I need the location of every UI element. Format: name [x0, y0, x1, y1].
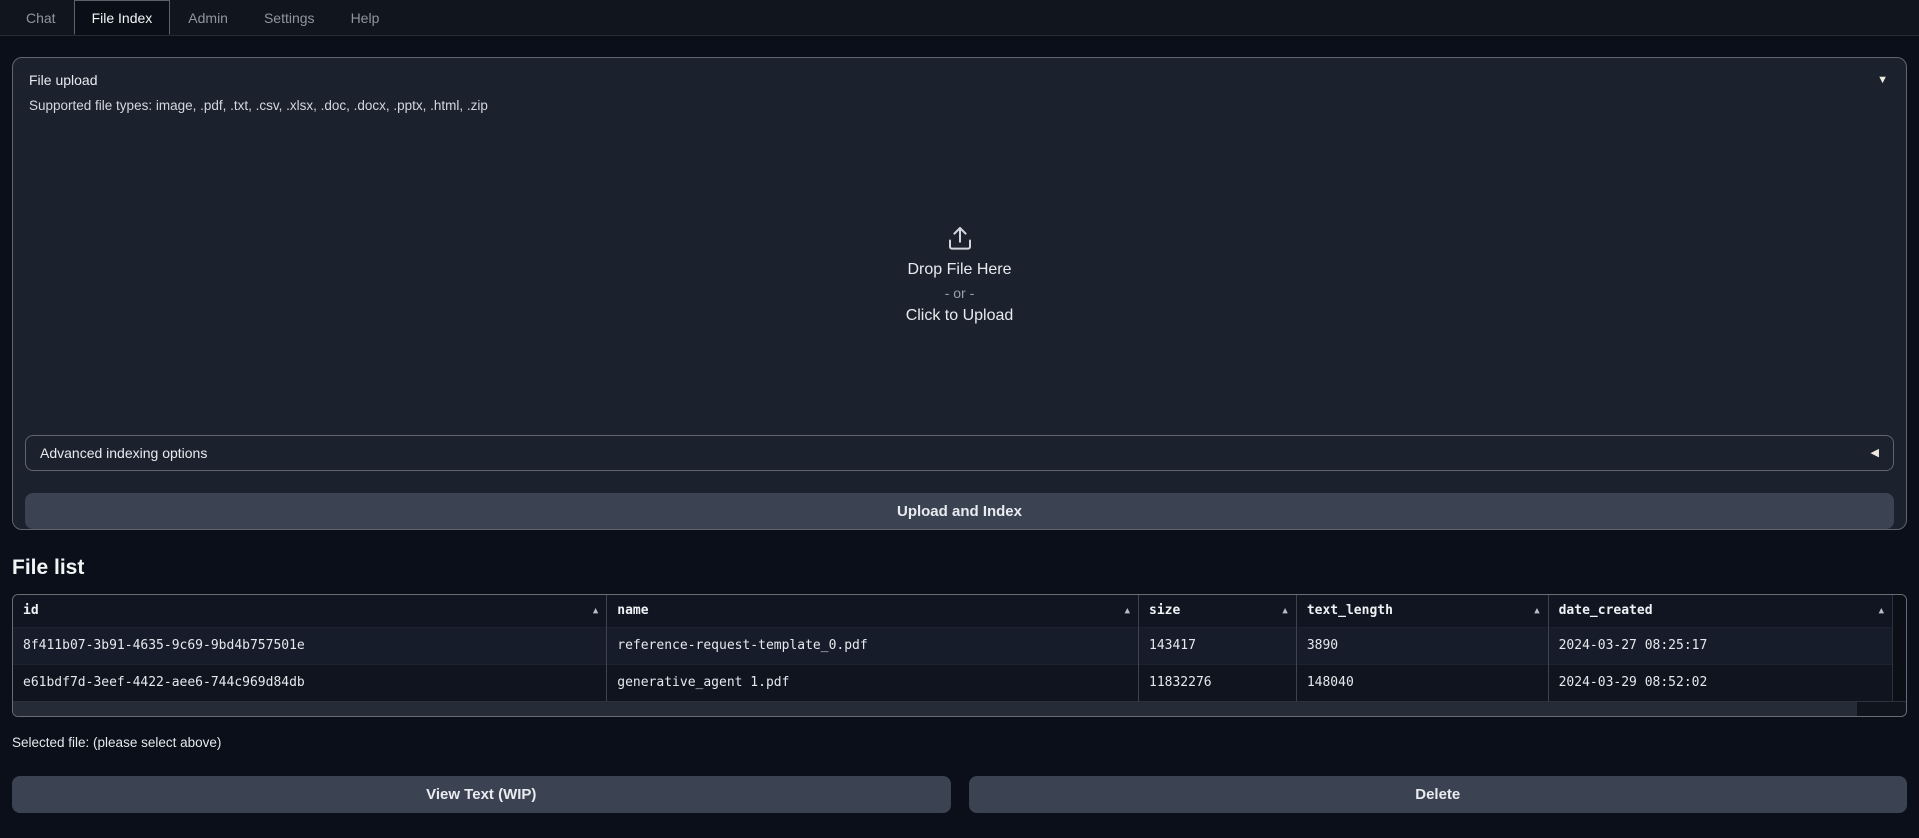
- tab-help[interactable]: Help: [333, 0, 398, 35]
- accordion-open-icon: ▼: [1877, 75, 1888, 86]
- advanced-indexing-accordion-header[interactable]: Advanced indexing options ◀: [25, 435, 1894, 471]
- column-label: date_created: [1559, 603, 1653, 618]
- click-to-upload-text: Click to Upload: [906, 307, 1014, 325]
- cell-size[interactable]: 143417: [1139, 627, 1297, 664]
- cell-text-length[interactable]: 148040: [1296, 664, 1548, 701]
- column-header-text-length[interactable]: text_length ▲: [1296, 595, 1548, 627]
- sort-asc-icon: ▲: [1534, 606, 1539, 616]
- tab-settings[interactable]: Settings: [246, 0, 333, 35]
- supported-file-types-text: Supported file types: image, .pdf, .txt,…: [13, 92, 1906, 113]
- cell-id[interactable]: 8f411b07-3b91-4635-9c69-9bd4b757501e: [13, 627, 607, 664]
- file-list-heading: File list: [12, 556, 1907, 580]
- cell-date-created[interactable]: 2024-03-27 08:25:17: [1548, 627, 1892, 664]
- upload-and-index-button[interactable]: Upload and Index: [25, 493, 1894, 529]
- table-row: e61bdf7d-3eef-4422-aee6-744c969d84db gen…: [13, 664, 1892, 701]
- file-index-page: File upload ▼ Supported file types: imag…: [0, 36, 1919, 813]
- file-upload-title: File upload: [29, 72, 98, 88]
- file-dropzone[interactable]: Drop File Here - or - Click to Upload: [13, 113, 1906, 435]
- cell-size[interactable]: 11832276: [1139, 664, 1297, 701]
- column-label: id: [23, 603, 39, 618]
- sort-asc-icon: ▲: [1879, 606, 1884, 616]
- cell-date-created[interactable]: 2024-03-29 08:52:02: [1548, 664, 1892, 701]
- column-label: size: [1149, 603, 1180, 618]
- drop-file-here-text: Drop File Here: [907, 261, 1011, 279]
- horizontal-scrollbar-track[interactable]: [13, 701, 1906, 716]
- column-label: name: [617, 603, 648, 618]
- delete-button[interactable]: Delete: [969, 776, 1908, 813]
- advanced-indexing-label: Advanced indexing options: [40, 445, 207, 461]
- or-text: - or -: [945, 285, 975, 301]
- file-actions: View Text (WIP) Delete: [12, 776, 1907, 813]
- sort-asc-icon: ▲: [1125, 606, 1130, 616]
- cell-name[interactable]: reference-request-template_0.pdf: [607, 627, 1139, 664]
- cell-name[interactable]: generative_agent 1.pdf: [607, 664, 1139, 701]
- sort-asc-icon: ▲: [593, 606, 598, 616]
- vertical-scrollbar[interactable]: [1892, 595, 1906, 701]
- column-header-id[interactable]: id ▲: [13, 595, 607, 627]
- selected-file-label: Selected file: (please select above): [12, 735, 1907, 750]
- tab-bar: Chat File Index Admin Settings Help: [0, 0, 1919, 36]
- horizontal-scrollbar-thumb[interactable]: [13, 702, 1857, 716]
- column-label: text_length: [1307, 603, 1393, 618]
- tab-chat[interactable]: Chat: [8, 0, 74, 35]
- view-text-button[interactable]: View Text (WIP): [12, 776, 951, 813]
- column-header-size[interactable]: size ▲: [1139, 595, 1297, 627]
- column-header-date-created[interactable]: date_created ▲: [1548, 595, 1892, 627]
- file-upload-accordion-header[interactable]: File upload ▼: [13, 58, 1906, 92]
- column-header-name[interactable]: name ▲: [607, 595, 1139, 627]
- file-table: id ▲ name ▲ size ▲ text_length ▲ date_create…: [12, 594, 1907, 717]
- tab-file-index[interactable]: File Index: [74, 0, 171, 35]
- table-header-row: id ▲ name ▲ size ▲ text_length ▲ date_create…: [13, 595, 1892, 627]
- cell-text-length[interactable]: 3890: [1296, 627, 1548, 664]
- accordion-closed-icon: ◀: [1871, 448, 1879, 459]
- file-upload-panel: File upload ▼ Supported file types: imag…: [12, 57, 1907, 530]
- cell-id[interactable]: e61bdf7d-3eef-4422-aee6-744c969d84db: [13, 664, 607, 701]
- upload-icon: [945, 223, 975, 253]
- table-row: 8f411b07-3b91-4635-9c69-9bd4b757501e ref…: [13, 627, 1892, 664]
- tab-admin[interactable]: Admin: [170, 0, 246, 35]
- sort-asc-icon: ▲: [1282, 606, 1287, 616]
